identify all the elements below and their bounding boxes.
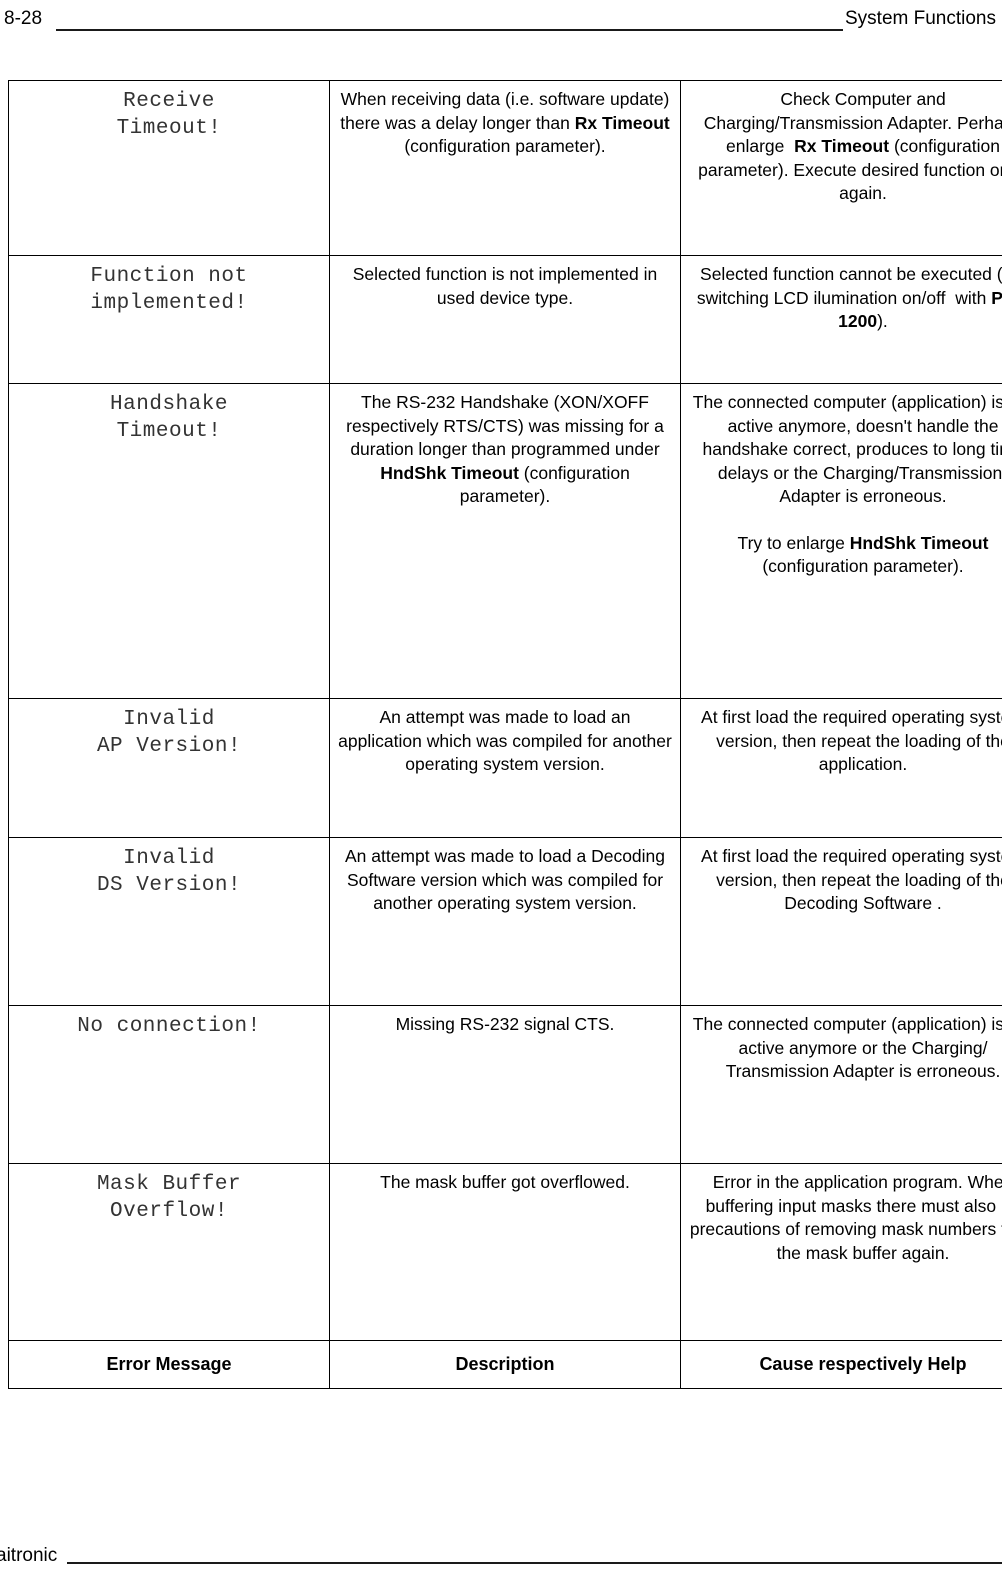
footer-brand-name: aitronic (0, 1545, 58, 1566)
error-message-cell: Function not implemented! (8, 255, 330, 384)
description-cell: Selected function is not implemented in … (329, 255, 681, 384)
error-message-cell: Invalid AP Version! (8, 698, 330, 838)
table-row: Handshake Timeout! The RS-232 Handshake … (8, 383, 1002, 699)
footer-rule-divider (67, 1542, 1002, 1564)
cause-help-cell: Error in the application program. When b… (680, 1163, 1002, 1341)
page-running-footer: aitronic (0, 1537, 1002, 1567)
description-cell: An attempt was made to load a Decoding S… (329, 837, 681, 1006)
table-row: Function not implemented! Selected funct… (8, 255, 1002, 384)
error-message-cell: No connection! (8, 1005, 330, 1164)
cause-help-cell: Selected function cannot be executed (i.… (680, 255, 1002, 384)
cause-help-cell: At first load the required operating sys… (680, 837, 1002, 1006)
error-message-table: Receive Timeout! When receiving data (i.… (8, 80, 1002, 1389)
page-title: System Functions (845, 8, 996, 29)
description-cell: The mask buffer got overflowed. (329, 1163, 681, 1341)
table-row: Receive Timeout! When receiving data (i.… (8, 80, 1002, 256)
page-number: 8-28 (4, 8, 43, 29)
cause-help-cell: The connected computer (application) is … (680, 383, 1002, 699)
description-cell: Missing RS-232 signal CTS. (329, 1005, 681, 1164)
cause-help-cell: At first load the required operating sys… (680, 698, 1002, 838)
error-message-cell: Handshake Timeout! (8, 383, 330, 699)
description-cell: The RS-232 Handshake (XON/XOFF respectiv… (329, 383, 681, 699)
description-cell: An attempt was made to load an applicati… (329, 698, 681, 838)
description-cell: When receiving data (i.e. software updat… (329, 80, 681, 256)
table-row: Invalid DS Version! An attempt was made … (8, 837, 1002, 1006)
table-row: No connection! Missing RS-232 signal CTS… (8, 1005, 1002, 1164)
cause-help-cell: The connected computer (application) is … (680, 1005, 1002, 1164)
cause-help-cell: Check Computer and Charging/Transmission… (680, 80, 1002, 256)
table-row: Invalid AP Version! An attempt was made … (8, 698, 1002, 838)
page-running-header: 8-28 System Functions (0, 4, 1002, 34)
table-row: Mask Buffer Overflow! The mask buffer go… (8, 1163, 1002, 1341)
column-header-description: Description (329, 1340, 681, 1389)
column-header-error-message: Error Message (8, 1340, 330, 1389)
error-message-cell: Mask Buffer Overflow! (8, 1163, 330, 1341)
header-rule-divider (56, 7, 843, 31)
column-header-cause-help: Cause respectively Help (680, 1340, 1002, 1389)
table-header-row: Error Message Description Cause respecti… (8, 1340, 1002, 1389)
table-body: Receive Timeout! When receiving data (i.… (8, 80, 1002, 1389)
error-message-cell: Invalid DS Version! (8, 837, 330, 1006)
error-message-cell: Receive Timeout! (8, 80, 330, 256)
